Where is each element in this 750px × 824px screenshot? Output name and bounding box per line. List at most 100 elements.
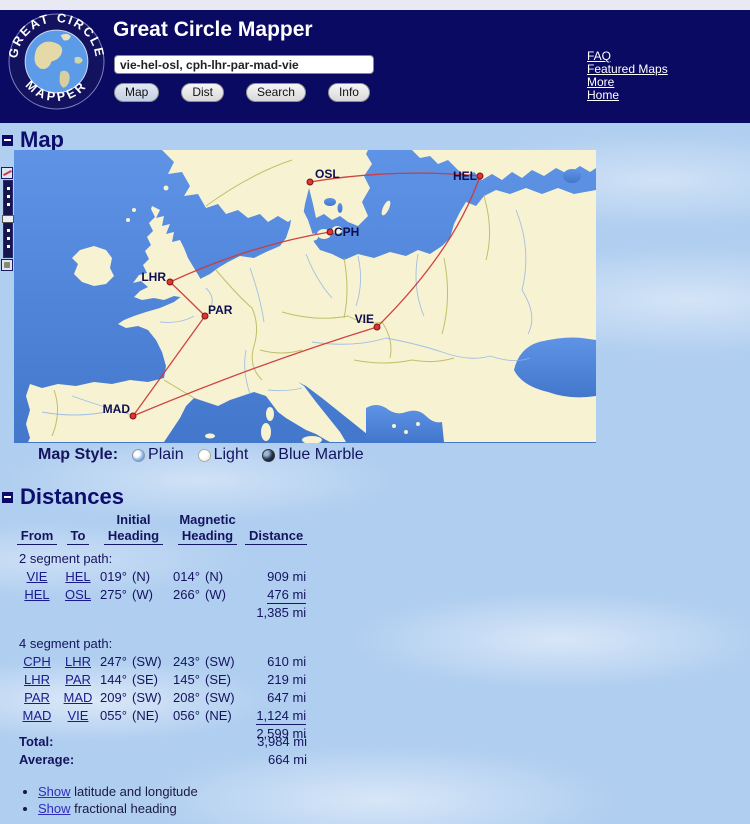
distance-value: 647 mi	[267, 690, 306, 705]
totals-block: Total: 3,984 mi Average: 664 mi	[15, 731, 307, 767]
blue-marble-globe-icon	[262, 449, 275, 462]
segment-group-label: 4 segment path:	[15, 630, 307, 651]
distance-row: CPHLHR247°(SW)243°(SW)610 mi	[15, 651, 307, 669]
distance-row: HELOSL275°(W)266°(W)476 mi	[15, 584, 307, 602]
site-header: GREAT CIRCLE MAPPER Great Circle Mapper …	[0, 10, 750, 123]
light-label: Light	[214, 446, 249, 464]
show-fractional-text: fractional heading	[71, 801, 177, 816]
airport-link-cph[interactable]: CPH	[23, 654, 50, 669]
col-magnetic: Magnetic	[170, 509, 245, 527]
airport-link-mad[interactable]: MAD	[64, 690, 93, 705]
map-canvas: OSL HEL CPH LHR PAR VIE MAD	[14, 150, 596, 443]
airport-link-mad[interactable]: MAD	[23, 708, 52, 723]
route-map[interactable]: OSL HEL CPH LHR PAR VIE MAD	[14, 150, 596, 443]
map-style-blue-marble[interactable]: Blue Marble	[262, 446, 363, 464]
route-query-input[interactable]	[114, 55, 374, 74]
airport-label-mad: MAD	[103, 402, 131, 416]
show-latlon-link[interactable]: Show	[38, 784, 71, 799]
distance-value: 610 mi	[267, 654, 306, 669]
search-button[interactable]: Search	[246, 83, 306, 102]
map-style-plain[interactable]: Plain	[132, 446, 184, 464]
nav-link-home[interactable]: Home	[587, 89, 668, 102]
airport-dot-mad[interactable]	[130, 413, 136, 419]
plain-globe-icon	[132, 449, 145, 462]
airport-dot-lhr[interactable]	[167, 279, 173, 285]
airport-link-lhr[interactable]: LHR	[24, 672, 50, 687]
great-circle-mapper-page: { "colors": { "header_bg": "#0a0a63", "p…	[0, 0, 750, 824]
collapse-distances-icon[interactable]	[2, 492, 13, 503]
zoom-slider-track[interactable]	[3, 180, 13, 258]
distances-section-header: Distances	[2, 484, 124, 510]
zoom-mode-button[interactable]	[1, 167, 13, 179]
info-button[interactable]: Info	[328, 83, 370, 102]
top-strip	[0, 0, 750, 10]
dist-button[interactable]: Dist	[181, 83, 224, 102]
airport-dot-cph[interactable]	[327, 229, 333, 235]
airport-link-hel[interactable]: HEL	[65, 569, 90, 584]
header-nav: FAQ Featured Maps More Home	[587, 50, 668, 102]
col-to: To	[67, 528, 90, 545]
airport-label-osl: OSL	[315, 167, 340, 181]
distance-value: 909 mi	[267, 569, 306, 584]
collapse-map-icon[interactable]	[2, 135, 13, 146]
airport-link-par[interactable]: PAR	[65, 672, 91, 687]
airport-link-osl[interactable]: OSL	[65, 587, 91, 602]
table-header-row-2: From To Heading Heading Distance	[15, 527, 307, 545]
options-list: Show latitude and longitude Show fractio…	[22, 782, 198, 818]
total-label: Total:	[15, 734, 53, 749]
subtotal-value: 1,385 mi	[245, 602, 307, 620]
col-heading-initial: Heading	[104, 528, 163, 545]
distance-row: PARMAD209°(SW)208°(SW)647 mi	[15, 687, 307, 705]
airport-label-lhr: LHR	[141, 270, 166, 284]
airport-link-lhr[interactable]: LHR	[65, 654, 91, 669]
site-title: Great Circle Mapper	[113, 18, 313, 42]
segment-group-row: 4 segment path:	[15, 630, 307, 651]
airport-link-vie[interactable]: VIE	[68, 708, 89, 723]
map-style-light[interactable]: Light	[198, 446, 249, 464]
distance-row: LHRPAR144°(SE)145°(SE)219 mi	[15, 669, 307, 687]
distance-value: 476 mi	[267, 587, 306, 604]
pan-mode-button[interactable]	[1, 259, 13, 271]
map-style-label: Map Style:	[38, 446, 118, 464]
average-value: 664 mi	[268, 752, 307, 767]
airport-dot-hel[interactable]	[477, 173, 483, 179]
blue-marble-label: Blue Marble	[278, 446, 363, 464]
col-distance: Distance	[245, 528, 307, 545]
plain-label: Plain	[148, 446, 184, 464]
segment-group-label: 2 segment path:	[15, 545, 307, 566]
average-label: Average:	[15, 752, 74, 767]
distance-value: 1,124 mi	[256, 708, 306, 725]
col-heading-magnetic: Heading	[178, 528, 237, 545]
airport-link-hel[interactable]: HEL	[24, 587, 49, 602]
map-style-bar: Map Style: Plain Light Blue Marble	[38, 446, 378, 464]
site-logo[interactable]: GREAT CIRCLE MAPPER	[8, 13, 105, 110]
airport-label-vie: VIE	[355, 312, 374, 326]
distances-table: Initial Magnetic From To Heading Heading…	[15, 509, 307, 751]
airport-label-hel: HEL	[453, 169, 477, 183]
distance-row: VIEHEL019°(N)014°(N)909 mi	[15, 566, 307, 584]
header-buttons: Map Dist Search Info	[114, 83, 370, 102]
airport-dot-osl[interactable]	[307, 179, 313, 185]
show-fractional-item: Show fractional heading	[38, 801, 198, 816]
light-globe-icon	[198, 449, 211, 462]
airport-label-par: PAR	[208, 303, 233, 317]
map-button[interactable]: Map	[114, 83, 159, 102]
show-latlon-text: latitude and longitude	[71, 784, 198, 799]
show-fractional-link[interactable]: Show	[38, 801, 71, 816]
subtotal-row: 1,385 mi	[15, 602, 307, 620]
table-header-row-1: Initial Magnetic	[15, 509, 307, 527]
col-from: From	[17, 528, 58, 545]
distance-value: 219 mi	[267, 672, 306, 687]
distance-row: MADVIE055°(NE)056°(NE)1,124 mi	[15, 705, 307, 723]
airport-dot-vie[interactable]	[374, 324, 380, 330]
map-zoom-control[interactable]	[1, 167, 14, 271]
zoom-slider-handle[interactable]	[2, 215, 14, 223]
show-latlon-item: Show latitude and longitude	[38, 784, 198, 799]
col-initial: Initial	[97, 509, 170, 527]
distances-section-title: Distances	[20, 484, 124, 510]
airport-label-cph: CPH	[334, 225, 359, 239]
airport-link-par[interactable]: PAR	[24, 690, 50, 705]
total-value: 3,984 mi	[257, 734, 307, 749]
airport-link-vie[interactable]: VIE	[27, 569, 48, 584]
segment-group-row: 2 segment path:	[15, 545, 307, 566]
